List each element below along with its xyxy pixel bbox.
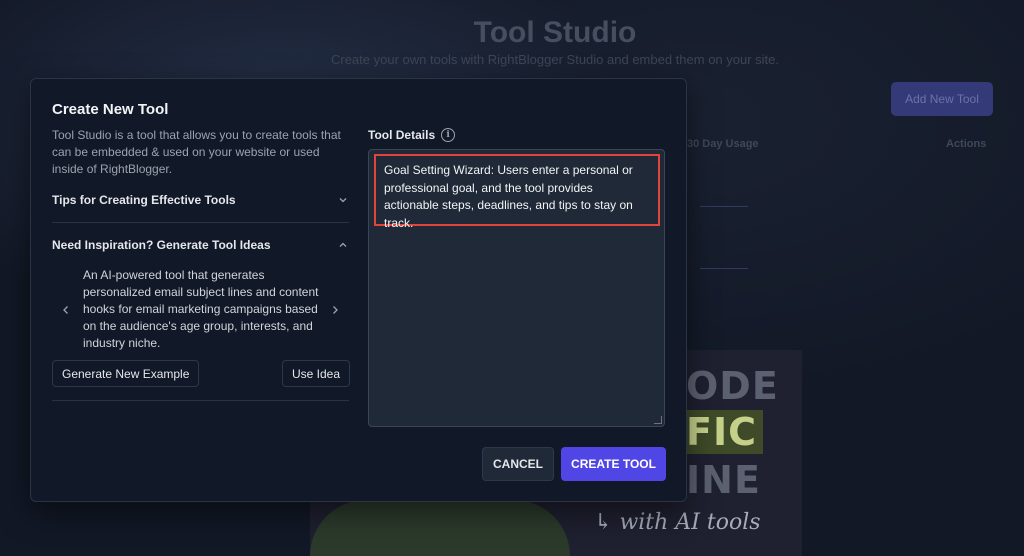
usage-bar [700,206,748,207]
info-icon[interactable]: i [441,128,456,142]
tool-details-label: Tool Details i [368,128,456,142]
tool-details-value[interactable]: Goal Setting Wizard: Users enter a perso… [374,154,660,230]
generate-new-example-button[interactable]: Generate New Example [52,360,200,387]
tool-details-label-text: Tool Details [368,128,436,142]
accordion-inspiration[interactable]: Need Inspiration? Generate Tool Ideas [52,235,349,255]
video-tagline: ↳ with AI tools [594,510,761,535]
video-text-line: ODE [686,364,779,408]
add-new-tool-button: Add New Tool [891,82,993,116]
resize-handle-icon[interactable] [654,416,662,424]
create-tool-modal: Create New Tool Tool Studio is a tool th… [30,78,687,502]
accordion-tips[interactable]: Tips for Creating Effective Tools [52,190,349,210]
page-title: Tool Studio [473,16,637,49]
accordion-tips-label: Tips for Creating Effective Tools [52,193,236,207]
curved-arrow-icon: ↳ [594,510,620,535]
modal-description: Tool Studio is a tool that allows you to… [52,128,341,176]
video-person [310,500,570,556]
usage-column-header: 30 Day Usage [687,138,759,150]
chevron-up-icon [339,242,347,247]
chevron-right-icon[interactable] [329,303,341,317]
idea-text: An AI-powered tool that generates person… [83,268,319,350]
modal-title: Create New Tool [52,101,169,118]
divider [52,400,349,401]
divider [52,222,349,223]
actions-column-header: Actions [946,138,987,150]
use-idea-button[interactable]: Use Idea [282,360,351,387]
chevron-left-icon[interactable] [60,303,72,317]
create-tool-button[interactable]: CREATE TOOL [561,447,666,481]
tool-details-textarea[interactable]: Goal Setting Wizard: Users enter a perso… [368,149,665,427]
usage-bar [700,268,748,269]
video-text-line: INE [686,458,761,502]
chevron-down-icon [339,198,347,203]
cancel-button[interactable]: CANCEL [482,447,554,481]
video-text-line: FIC [686,410,763,454]
accordion-inspiration-label: Need Inspiration? Generate Tool Ideas [52,238,271,252]
page-subtitle: Create your own tools with RightBlogger … [330,52,780,67]
